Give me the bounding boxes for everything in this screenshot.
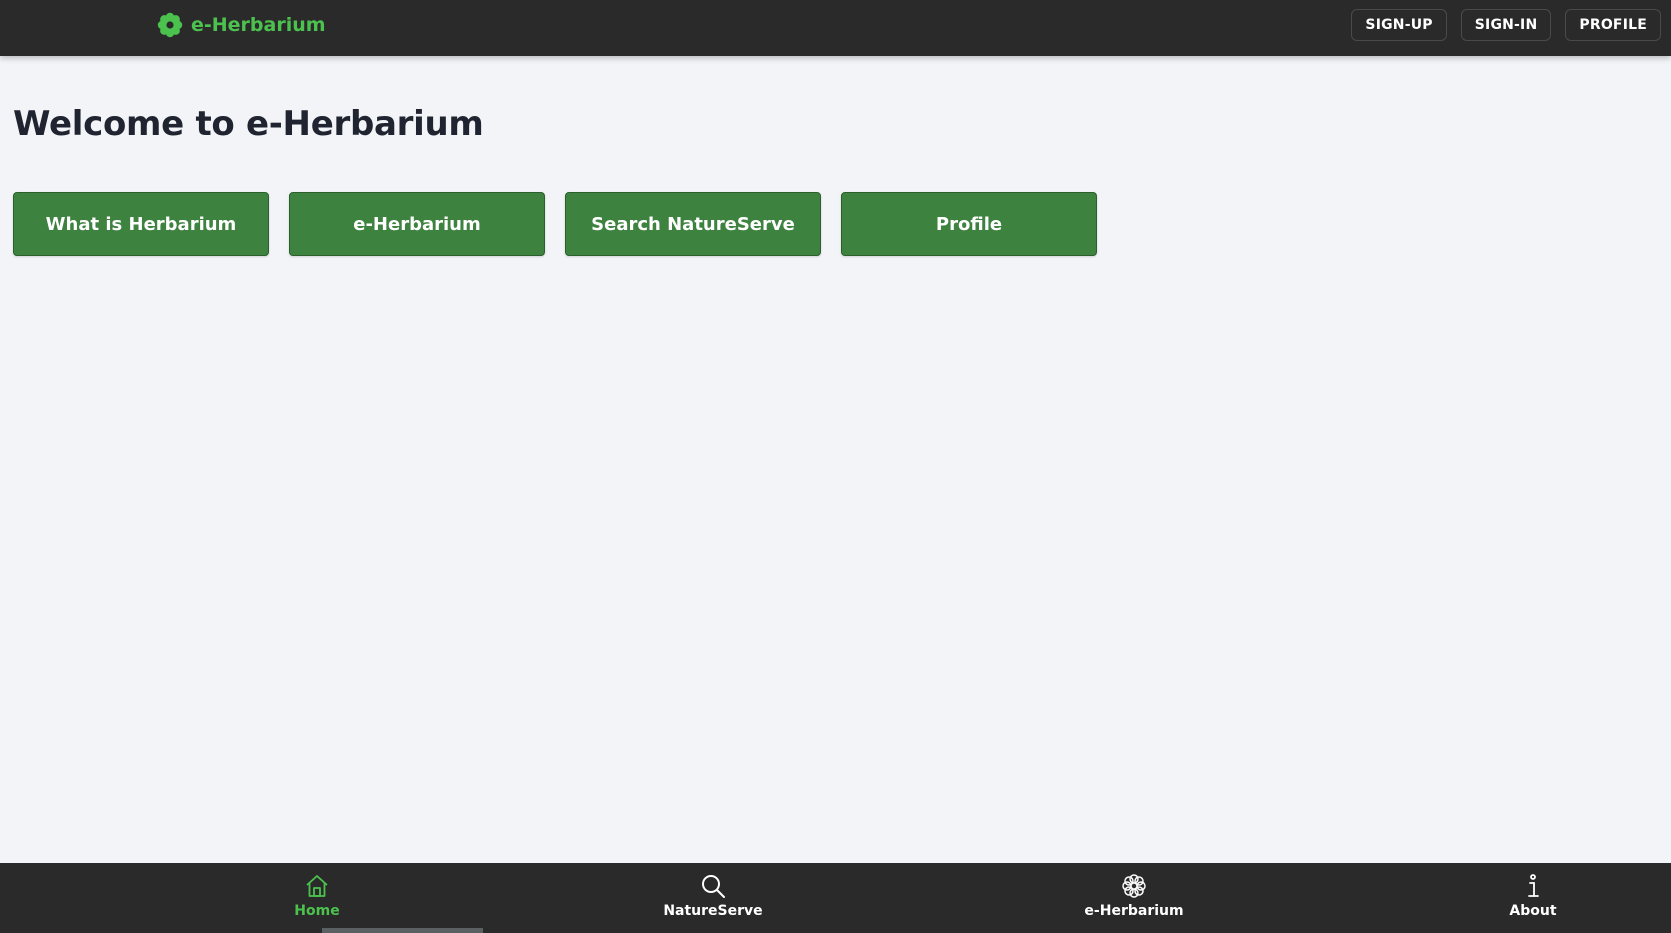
nav-label-home: Home [294, 903, 340, 919]
nav-item-natureserve[interactable]: NatureServe [623, 873, 803, 919]
search-natureserve-button[interactable]: Search NatureServe [565, 192, 821, 256]
flower-logo-icon [157, 12, 183, 38]
nav-label-natureserve: NatureServe [663, 903, 763, 919]
sign-up-button[interactable]: SIGN-UP [1351, 9, 1447, 41]
profile-top-button[interactable]: PROFILE [1565, 9, 1661, 41]
nav-item-e-herbarium[interactable]: e-Herbarium [1044, 873, 1224, 919]
e-herbarium-button[interactable]: e-Herbarium [289, 192, 545, 256]
brand-logo[interactable]: e-Herbarium [157, 12, 326, 38]
what-is-herbarium-button[interactable]: What is Herbarium [13, 192, 269, 256]
page-title: Welcome to e-Herbarium [13, 104, 484, 144]
brand-name: e-Herbarium [191, 14, 326, 36]
flower-icon [1121, 873, 1147, 899]
action-buttons: What is Herbarium e-Herbarium Search Nat… [13, 192, 1097, 256]
top-actions: SIGN-UP SIGN-IN PROFILE [1351, 9, 1661, 41]
nav-label-about: About [1509, 903, 1557, 919]
search-icon [700, 873, 726, 899]
info-icon [1520, 873, 1546, 899]
sign-in-button[interactable]: SIGN-IN [1460, 9, 1552, 41]
nav-label-e-herbarium: e-Herbarium [1084, 903, 1184, 919]
top-app-bar: e-Herbarium SIGN-UP SIGN-IN PROFILE [0, 0, 1671, 56]
active-tab-indicator [322, 928, 483, 933]
home-icon [304, 873, 330, 899]
profile-button[interactable]: Profile [841, 192, 1097, 256]
nav-item-home[interactable]: Home [227, 873, 407, 919]
nav-item-about[interactable]: About [1443, 873, 1623, 919]
bottom-navigation: Home NatureServe e-Herbarium About [0, 863, 1671, 933]
